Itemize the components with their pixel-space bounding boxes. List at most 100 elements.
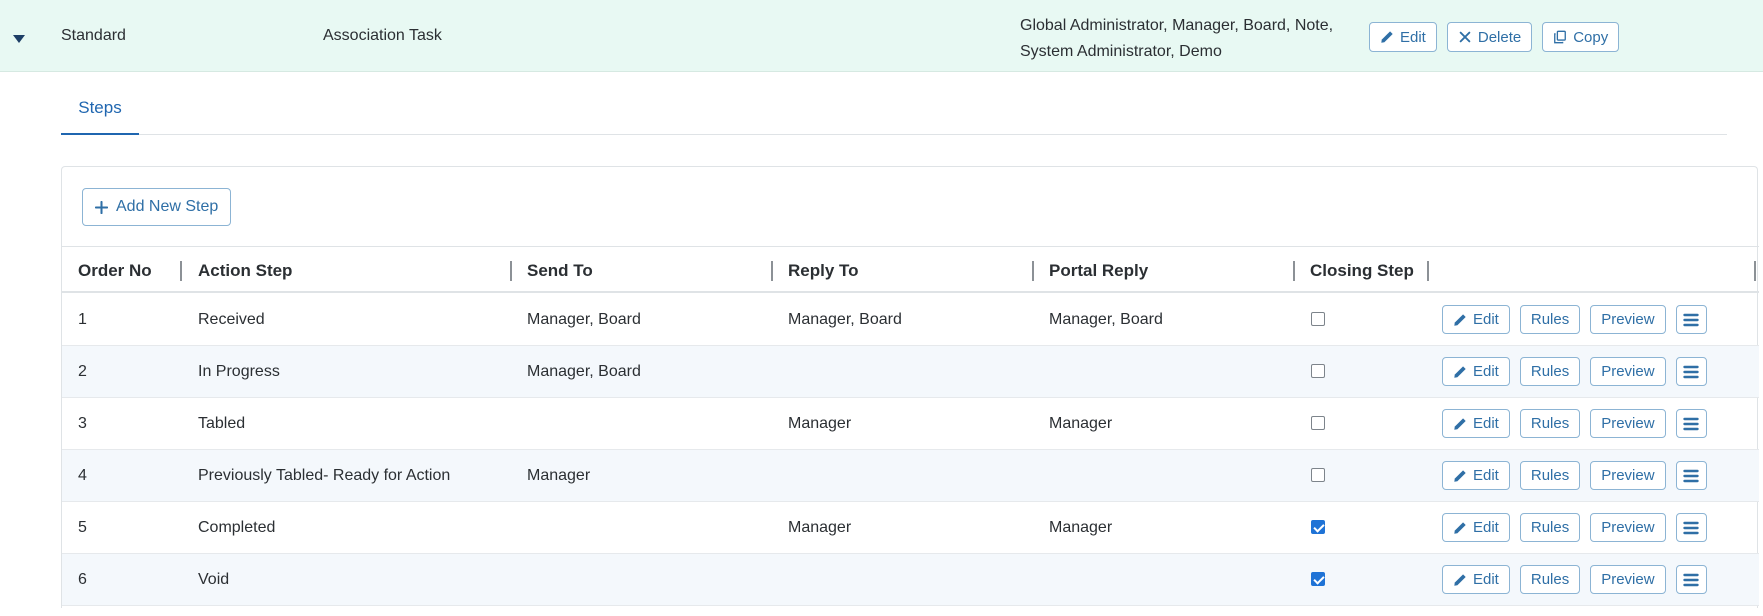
cell-order-no: 3 (78, 415, 87, 432)
step-edit-button[interactable]: Edit (1442, 565, 1510, 594)
column-resize-handle[interactable] (180, 261, 182, 281)
cell-reply-to: Manager, Board (788, 311, 902, 328)
x-icon (1459, 31, 1471, 43)
pencil-icon (1454, 573, 1466, 586)
step-rules-button[interactable]: Rules (1519, 461, 1581, 490)
cell-action-step: Tabled (198, 415, 246, 432)
copy-icon (1554, 30, 1567, 44)
column-resize-handle[interactable] (771, 261, 773, 281)
step-rules-button[interactable]: Rules (1519, 513, 1581, 542)
closing-step-checkbox[interactable] (1311, 364, 1325, 378)
cell-send-to: Manager, Board (527, 311, 641, 328)
hamburger-menu-icon (1683, 313, 1699, 326)
workflow-delete-label: Delete (1477, 28, 1522, 46)
row-actions: Edit Rules Preview (1442, 461, 1707, 490)
cell-order-no: 4 (78, 467, 87, 484)
cell-action-step: Received (198, 311, 265, 328)
step-rules-label: Rules (1530, 571, 1570, 588)
table-row: 5 Completed Manager Manager Edit Rules P… (62, 502, 1759, 554)
column-resize-handle[interactable] (1754, 261, 1756, 281)
step-edit-label: Edit (1473, 571, 1499, 588)
step-preview-label: Preview (1601, 363, 1655, 380)
workflow-edit-button[interactable]: Edit (1369, 22, 1437, 52)
column-resize-handle[interactable] (1427, 261, 1429, 281)
step-preview-button[interactable]: Preview (1590, 461, 1666, 490)
step-preview-label: Preview (1601, 571, 1655, 588)
workflow-delete-button[interactable]: Delete (1446, 22, 1533, 52)
closing-step-checkbox[interactable] (1311, 416, 1325, 430)
row-actions: Edit Rules Preview (1442, 409, 1707, 438)
step-menu-button[interactable] (1675, 305, 1707, 334)
workflow-name: Association Task (323, 27, 442, 44)
pencil-icon (1454, 417, 1466, 430)
cell-portal-reply: Manager (1049, 519, 1113, 536)
step-edit-label: Edit (1473, 467, 1499, 484)
workflow-roles: Global Administrator, Manager, Board, No… (1020, 17, 1334, 60)
tab-steps-label: Steps (78, 98, 122, 117)
cell-reply-to: Manager (788, 415, 852, 432)
add-new-step-button[interactable]: Add New Step (82, 188, 232, 226)
step-edit-button[interactable]: Edit (1442, 357, 1510, 386)
closing-step-checkbox[interactable] (1311, 468, 1325, 482)
closing-step-checkbox[interactable] (1311, 520, 1325, 534)
step-preview-label: Preview (1601, 311, 1655, 328)
column-header-action-step: Action Step (198, 261, 293, 280)
step-edit-button[interactable]: Edit (1442, 409, 1510, 438)
column-header-closing-step: Closing Step (1310, 261, 1414, 280)
column-resize-handle[interactable] (1293, 261, 1295, 281)
tab-bar: Steps (61, 72, 1727, 135)
workflow-type: Standard (61, 27, 126, 44)
step-edit-button[interactable]: Edit (1442, 461, 1510, 490)
step-rules-button[interactable]: Rules (1519, 565, 1581, 594)
closing-step-checkbox[interactable] (1311, 572, 1325, 586)
cell-order-no: 6 (78, 571, 87, 588)
step-preview-button[interactable]: Preview (1590, 305, 1666, 334)
cell-action-step: Completed (198, 519, 276, 536)
step-menu-button[interactable] (1675, 409, 1707, 438)
step-rules-button[interactable]: Rules (1519, 305, 1581, 334)
hamburger-menu-icon (1683, 417, 1699, 430)
step-rules-label: Rules (1530, 311, 1570, 328)
step-menu-button[interactable] (1675, 357, 1707, 386)
steps-panel: Add New Step Order No Action Step Send T… (61, 166, 1759, 608)
cell-action-step: Void (198, 571, 230, 588)
tab-steps[interactable]: Steps (61, 98, 139, 135)
step-edit-label: Edit (1473, 519, 1499, 536)
step-rules-button[interactable]: Rules (1519, 357, 1581, 386)
hamburger-menu-icon (1683, 365, 1699, 378)
step-preview-button[interactable]: Preview (1590, 357, 1666, 386)
step-edit-button[interactable]: Edit (1442, 305, 1510, 334)
steps-table-header: Order No Action Step Send To Reply To Po… (62, 246, 1759, 293)
step-edit-button[interactable]: Edit (1442, 513, 1510, 542)
row-actions: Edit Rules Preview (1442, 357, 1707, 386)
step-edit-label: Edit (1473, 311, 1499, 328)
column-resize-handle[interactable] (510, 261, 512, 281)
cell-order-no: 2 (78, 363, 87, 380)
workflow-actions: Edit Delete Copy (1369, 22, 1620, 52)
column-header-order-no: Order No (78, 261, 152, 280)
workflow-copy-label: Copy (1573, 28, 1609, 46)
step-menu-button[interactable] (1675, 461, 1707, 490)
column-header-reply-to: Reply To (788, 261, 859, 280)
column-header-send-to: Send To (527, 261, 593, 280)
row-actions: Edit Rules Preview (1442, 513, 1707, 542)
step-menu-button[interactable] (1675, 565, 1707, 594)
closing-step-checkbox[interactable] (1311, 312, 1325, 326)
table-row: 4 Previously Tabled- Ready for Action Ma… (62, 450, 1759, 502)
step-preview-button[interactable]: Preview (1590, 513, 1666, 542)
cell-order-no: 1 (78, 311, 87, 328)
pencil-icon (1454, 365, 1466, 378)
step-rules-label: Rules (1530, 467, 1570, 484)
column-resize-handle[interactable] (1032, 261, 1034, 281)
hamburger-menu-icon (1683, 521, 1699, 534)
step-preview-button[interactable]: Preview (1590, 565, 1666, 594)
caret-down-icon[interactable] (12, 34, 26, 44)
step-preview-button[interactable]: Preview (1590, 409, 1666, 438)
step-menu-button[interactable] (1675, 513, 1707, 542)
step-preview-label: Preview (1601, 519, 1655, 536)
workflow-copy-button[interactable]: Copy (1542, 22, 1620, 52)
plus-icon (95, 200, 108, 214)
step-rules-button[interactable]: Rules (1519, 409, 1581, 438)
pencil-icon (1454, 521, 1466, 534)
hamburger-menu-icon (1683, 469, 1699, 482)
